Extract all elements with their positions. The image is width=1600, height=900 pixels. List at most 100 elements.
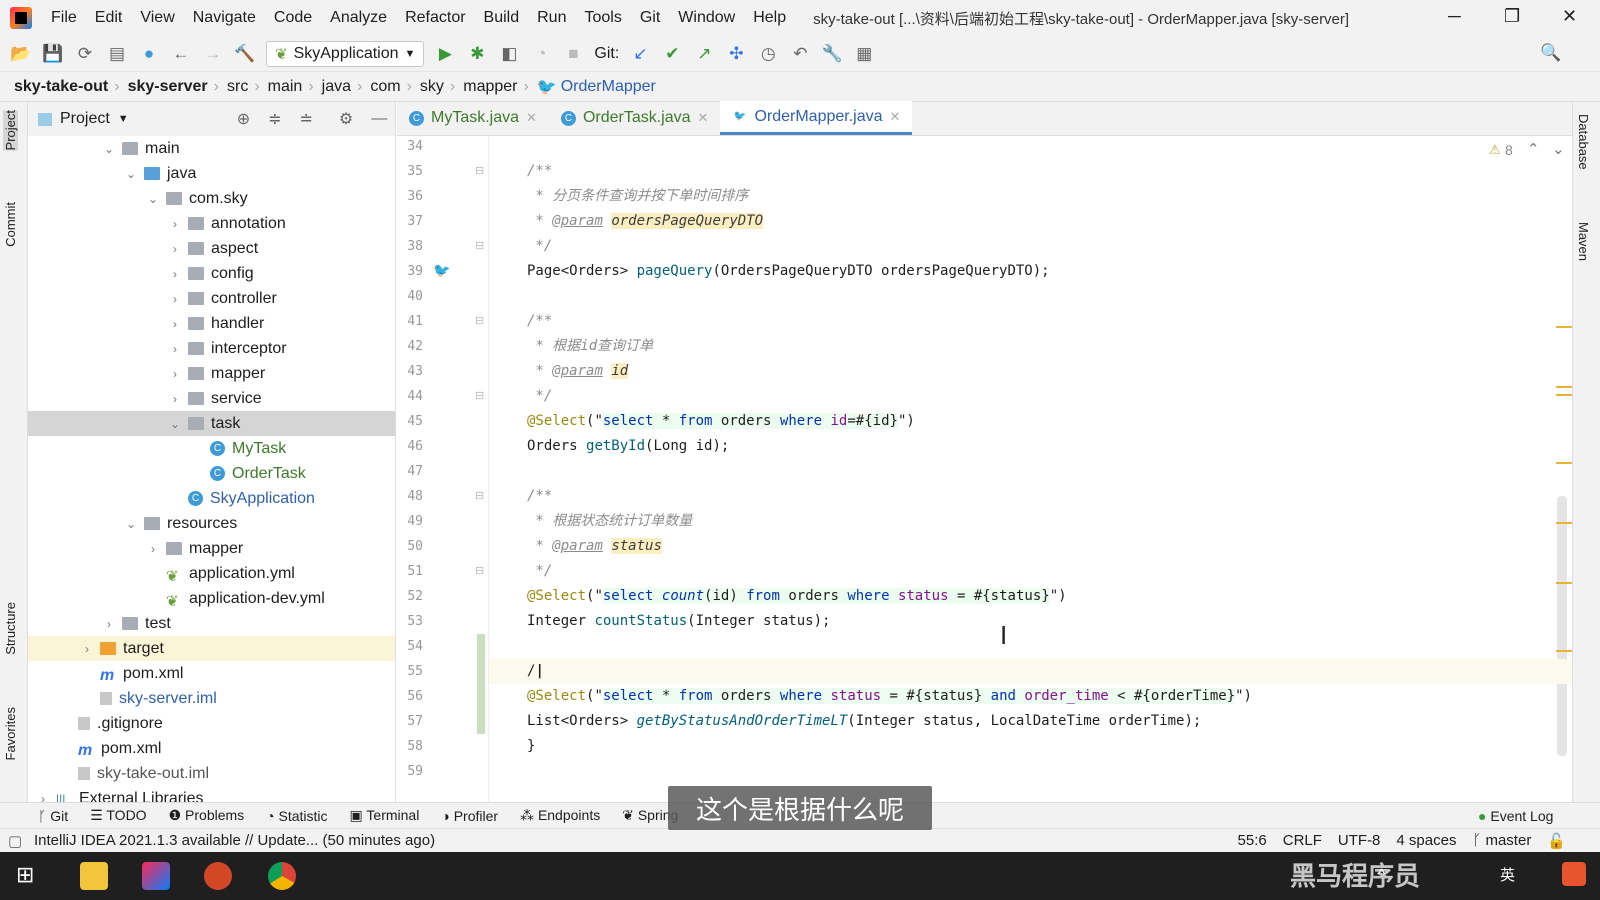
chevron-down-icon[interactable]: ▼ bbox=[118, 113, 129, 125]
breadcrumb-item[interactable]: sky bbox=[420, 78, 444, 96]
breadcrumb-item[interactable]: com bbox=[370, 78, 400, 96]
fold-icon[interactable]: ⊟ bbox=[475, 164, 484, 177]
code-editor[interactable]: 34 35 36 37 38 39 40 41 42 43 44 45 46 47 48 49 50 51 52 53… bbox=[397, 136, 1572, 802]
warning-stripe[interactable] bbox=[1556, 650, 1572, 652]
chevron-down-icon[interactable]: ⌄ bbox=[146, 192, 160, 206]
tree-item[interactable]: › mapper bbox=[28, 361, 395, 386]
search-icon[interactable]: 🔍 bbox=[1540, 43, 1562, 63]
tree-item[interactable]: m pom.xml bbox=[28, 736, 395, 761]
menu-git[interactable]: Git bbox=[631, 9, 669, 27]
chevron-right-icon[interactable]: › bbox=[80, 642, 94, 656]
ime-icon[interactable]: 英 bbox=[1500, 864, 1515, 885]
bottom-tab-statistic[interactable]: ◔ Statistic bbox=[266, 808, 327, 824]
git-update-icon[interactable]: ↙ bbox=[629, 44, 651, 64]
tool-tab-favorites[interactable]: Favorites bbox=[3, 707, 18, 760]
warning-stripe[interactable] bbox=[1556, 462, 1572, 464]
chevron-right-icon[interactable]: › bbox=[168, 317, 182, 331]
menu-build[interactable]: Build bbox=[475, 9, 529, 27]
class-icon[interactable]: ● bbox=[138, 44, 160, 64]
build-hammer-icon[interactable]: 🔨 bbox=[234, 44, 256, 64]
expand-all-icon[interactable]: ≑ bbox=[268, 109, 281, 129]
chrome-icon[interactable] bbox=[268, 862, 296, 890]
menu-refactor[interactable]: Refactor bbox=[396, 9, 474, 27]
tree-item[interactable]: ❦ application.yml bbox=[28, 561, 395, 586]
previous-highlight-icon[interactable]: ⌃ bbox=[1527, 140, 1540, 158]
chevron-down-icon[interactable]: ⌄ bbox=[102, 142, 116, 156]
run-configuration-select[interactable]: ❦ SkyApplication ▼ bbox=[266, 40, 425, 67]
warning-stripe[interactable] bbox=[1556, 326, 1572, 328]
sogou-icon[interactable] bbox=[1562, 862, 1586, 886]
windows-start-icon[interactable]: ⊞ bbox=[16, 862, 34, 888]
fold-icon[interactable]: ⊟ bbox=[475, 389, 484, 402]
tree-item[interactable]: C SkyApplication bbox=[28, 486, 395, 511]
update-notification[interactable]: IntelliJ IDEA 2021.1.3 available // Upda… bbox=[34, 832, 435, 849]
menu-tools[interactable]: Tools bbox=[575, 9, 630, 27]
tree-item[interactable]: › config bbox=[28, 261, 395, 286]
chevron-down-icon[interactable]: ⌄ bbox=[124, 517, 138, 531]
tree-item[interactable]: ⌄ main bbox=[28, 136, 395, 161]
tree-item[interactable]: › target bbox=[28, 636, 395, 661]
fold-icon[interactable]: ⊟ bbox=[475, 314, 484, 327]
close-button[interactable]: ✕ bbox=[1562, 6, 1577, 27]
bottom-tab-terminal[interactable]: ▣ Terminal bbox=[350, 807, 420, 824]
chevron-right-icon[interactable]: › bbox=[168, 217, 182, 231]
warning-stripe[interactable] bbox=[1556, 522, 1572, 524]
save-icon[interactable]: 💾 bbox=[42, 44, 64, 64]
git-push-icon[interactable]: ↗ bbox=[693, 44, 715, 64]
tree-item[interactable]: › handler bbox=[28, 311, 395, 336]
breadcrumb-item[interactable]: main bbox=[268, 78, 303, 96]
tree-item[interactable]: › test bbox=[28, 611, 395, 636]
chevron-down-icon[interactable]: ⌄ bbox=[124, 167, 138, 181]
bottom-tab-todo[interactable]: ☰ TODO bbox=[90, 807, 146, 824]
next-highlight-icon[interactable]: ⌄ bbox=[1552, 140, 1565, 158]
tree-item[interactable]: ⌄ resources bbox=[28, 511, 395, 536]
bottom-tab-endpoints[interactable]: ⁂ Endpoints bbox=[520, 807, 600, 824]
profile-icon[interactable]: ◔ bbox=[530, 44, 552, 64]
tree-item[interactable]: .gitignore bbox=[28, 711, 395, 736]
chevron-right-icon[interactable]: › bbox=[168, 242, 182, 256]
project-structure-button-icon[interactable]: ▦ bbox=[853, 44, 875, 64]
chevron-right-icon[interactable]: › bbox=[102, 617, 116, 631]
tool-tab-database[interactable]: Database bbox=[1576, 114, 1591, 170]
breadcrumb-item[interactable]: src bbox=[227, 78, 248, 96]
warning-stripe[interactable] bbox=[1556, 394, 1572, 396]
chevron-right-icon[interactable]: › bbox=[168, 342, 182, 356]
menu-edit[interactable]: Edit bbox=[86, 9, 132, 27]
restore-button[interactable]: ❐ bbox=[1504, 6, 1520, 27]
tray-chevron-icon[interactable]: ^ bbox=[1378, 866, 1385, 883]
settings-wrench-icon[interactable]: 🔧 bbox=[821, 44, 843, 64]
powerpoint-icon[interactable] bbox=[204, 862, 232, 890]
line-separator[interactable]: CRLF bbox=[1283, 832, 1322, 850]
minimize-button[interactable]: ─ bbox=[1448, 6, 1461, 27]
breadcrumb-item[interactable]: java bbox=[322, 78, 351, 96]
mybatis-bird-icon[interactable]: 🐦 bbox=[433, 262, 450, 279]
bottom-tab-profiler[interactable]: ◑ Profiler bbox=[441, 808, 498, 824]
menu-help[interactable]: Help bbox=[744, 9, 795, 27]
close-icon[interactable]: ✕ bbox=[526, 110, 537, 126]
back-icon[interactable]: ← bbox=[170, 44, 192, 64]
git-commit-icon[interactable]: ✔ bbox=[661, 44, 683, 64]
caret-position[interactable]: 55:6 bbox=[1238, 832, 1267, 850]
tree-item[interactable]: ⌄ com.sky bbox=[28, 186, 395, 211]
breadcrumb-item[interactable]: sky-server bbox=[128, 78, 208, 96]
tree-item[interactable]: › interceptor bbox=[28, 336, 395, 361]
close-icon[interactable]: ✕ bbox=[698, 110, 709, 126]
tree-item[interactable]: › mapper bbox=[28, 536, 395, 561]
intellij-taskbar-icon[interactable] bbox=[142, 862, 170, 890]
fold-icon[interactable]: ⊟ bbox=[475, 239, 484, 252]
tree-item[interactable]: ❦ application-dev.yml bbox=[28, 586, 395, 611]
tree-item[interactable]: › ||| External Libraries bbox=[28, 786, 395, 803]
tool-tab-structure[interactable]: Structure bbox=[3, 602, 18, 655]
warning-stripe[interactable] bbox=[1556, 386, 1572, 388]
file-explorer-icon[interactable] bbox=[80, 862, 108, 890]
menu-analyze[interactable]: Analyze bbox=[321, 9, 396, 27]
bottom-tab-problems[interactable]: ❶ Problems bbox=[169, 807, 245, 824]
tree-item[interactable]: › aspect bbox=[28, 236, 395, 261]
file-encoding[interactable]: UTF-8 bbox=[1338, 832, 1381, 850]
open-folder-icon[interactable]: 📂 bbox=[10, 44, 32, 64]
breadcrumb-item[interactable]: sky-take-out bbox=[14, 78, 108, 96]
chevron-down-icon[interactable]: ⌄ bbox=[168, 417, 182, 431]
fold-icon[interactable]: ⊟ bbox=[475, 489, 484, 502]
tree-item[interactable]: m pom.xml bbox=[28, 661, 395, 686]
menu-view[interactable]: View bbox=[131, 9, 183, 27]
